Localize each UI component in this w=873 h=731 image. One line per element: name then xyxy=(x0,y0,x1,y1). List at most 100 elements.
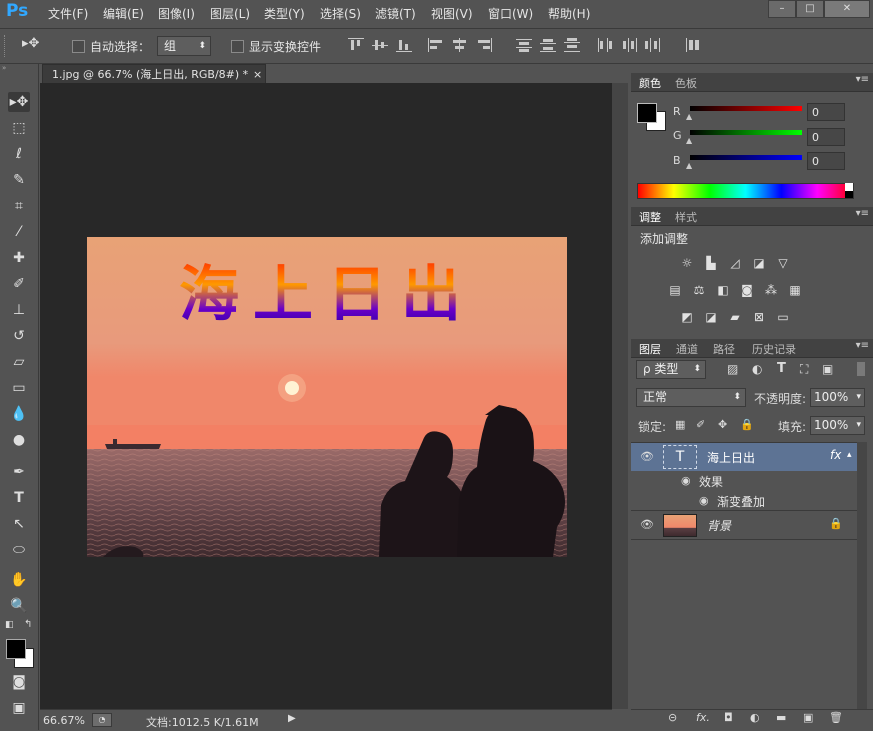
expand-effects-icon[interactable]: ▴ xyxy=(847,450,852,460)
eyedropper-tool-icon[interactable]: ⁄ xyxy=(8,222,30,242)
lock-position-icon[interactable]: ✥ xyxy=(718,418,727,431)
type-tool-icon[interactable]: T xyxy=(8,488,30,508)
selective-color-icon[interactable]: ⊠ xyxy=(751,310,767,324)
spectrum-white[interactable] xyxy=(845,183,853,191)
threshold-icon[interactable]: ▰ xyxy=(727,310,743,324)
link-layers-icon[interactable]: ⊝ xyxy=(668,711,677,724)
align-top-icon[interactable] xyxy=(348,38,364,52)
tab-color[interactable]: 颜色 xyxy=(639,75,661,91)
layer-name[interactable]: 背景 xyxy=(707,517,731,534)
vibrance-icon[interactable]: ▽ xyxy=(775,256,791,270)
color-lookup-icon[interactable]: ▦ xyxy=(787,283,803,297)
healing-brush-tool-icon[interactable]: ✚ xyxy=(8,248,30,268)
new-layer-icon[interactable]: ▣ xyxy=(803,711,813,724)
lasso-tool-icon[interactable]: ℓ xyxy=(8,144,30,164)
channel-g-slider[interactable] xyxy=(690,130,802,135)
lock-pixels-icon[interactable]: ✐ xyxy=(696,418,705,431)
marquee-tool-icon[interactable]: ⬚ xyxy=(8,118,30,138)
distribute-left-icon[interactable] xyxy=(597,38,613,52)
menu-view[interactable]: 视图(V) xyxy=(431,5,473,22)
menu-select[interactable]: 选择(S) xyxy=(320,5,361,22)
distribute-right-icon[interactable] xyxy=(645,38,661,52)
invert-icon[interactable]: ◩ xyxy=(679,310,695,324)
filter-toggle[interactable] xyxy=(857,362,865,376)
hand-tool-icon[interactable]: ✋ xyxy=(8,570,30,590)
tab-paths[interactable]: 路径 xyxy=(713,341,735,357)
maximize-button[interactable]: □ xyxy=(796,0,824,18)
layer-filter-dropdown[interactable]: ρ 类型 ⬍ xyxy=(636,360,706,379)
curves-icon[interactable]: ◿ xyxy=(727,256,743,270)
spectrum-black[interactable] xyxy=(845,191,853,198)
menu-edit[interactable]: 编辑(E) xyxy=(103,5,144,22)
add-layer-style-icon[interactable]: fx. xyxy=(696,711,710,724)
history-brush-tool-icon[interactable]: ↺ xyxy=(8,326,30,346)
black-white-icon[interactable]: ◧ xyxy=(715,283,731,297)
color-balance-icon[interactable]: ⚖ xyxy=(691,283,707,297)
ellipse-tool-icon[interactable]: ⬭ xyxy=(8,540,30,560)
effect-gradient-overlay-row[interactable]: ◉ 渐变叠加 xyxy=(631,491,857,511)
eraser-tool-icon[interactable]: ▱ xyxy=(8,352,30,372)
filter-adjustment-icon[interactable]: ◐ xyxy=(752,362,762,376)
document-image[interactable]: 海上日出 xyxy=(87,237,567,557)
tab-history[interactable]: 历史记录 xyxy=(752,341,796,357)
pen-tool-icon[interactable]: ✒ xyxy=(8,462,30,482)
channel-r-input[interactable]: 0 xyxy=(807,103,845,121)
auto-select-dropdown[interactable]: 组 ⬍ xyxy=(157,36,211,56)
gradient-map-icon[interactable]: ▭ xyxy=(775,310,791,324)
filter-type-icon[interactable]: T xyxy=(777,361,786,376)
tab-channels[interactable]: 通道 xyxy=(676,341,698,357)
fx-indicator-icon[interactable]: fx xyxy=(830,448,841,462)
menu-filter[interactable]: 滤镜(T) xyxy=(375,5,416,22)
levels-icon[interactable]: ▙ xyxy=(703,256,719,270)
channel-g-input[interactable]: 0 xyxy=(807,128,845,146)
path-selection-tool-icon[interactable]: ↖ xyxy=(8,514,30,534)
filter-smart-object-icon[interactable]: ▣ xyxy=(822,362,833,376)
effect-eye-icon[interactable]: ◉ xyxy=(699,494,709,507)
tab-swatches[interactable]: 色板 xyxy=(675,75,697,91)
menu-file[interactable]: 文件(F) xyxy=(48,5,88,22)
gradient-tool-icon[interactable]: ▭ xyxy=(8,378,30,398)
menu-type[interactable]: 类型(Y) xyxy=(264,5,305,22)
blend-mode-dropdown[interactable]: 正常 ⬍ xyxy=(636,388,746,407)
quick-mask-icon[interactable]: ◙ xyxy=(8,672,30,692)
quick-selection-tool-icon[interactable]: ✎ xyxy=(8,170,30,190)
auto-align-layers-icon[interactable] xyxy=(685,38,701,52)
clone-stamp-tool-icon[interactable]: ⊥ xyxy=(8,300,30,320)
dodge-tool-icon[interactable]: ● xyxy=(8,430,30,450)
channel-r-handle-icon[interactable]: ▲ xyxy=(686,112,692,121)
panel-menu-icon[interactable]: ▾≡ xyxy=(856,74,869,85)
show-transform-checkbox[interactable] xyxy=(231,40,244,53)
move-tool-preset-icon[interactable]: ▸✥ xyxy=(22,36,50,56)
collapse-arrows-icon[interactable]: » xyxy=(2,64,36,72)
default-colors-icon[interactable]: ◧ xyxy=(5,620,14,630)
crop-tool-icon[interactable]: ⌗ xyxy=(8,196,30,216)
align-hcenter-icon[interactable] xyxy=(452,38,468,52)
distribute-hcenter-icon[interactable] xyxy=(621,38,637,52)
screen-mode-icon[interactable]: ▣ xyxy=(8,698,30,718)
delete-layer-icon[interactable]: 🗑 xyxy=(829,711,843,724)
document-tab[interactable]: 1.jpg @ 66.7% (海上日出, RGB/8#) * × xyxy=(42,64,266,83)
blur-tool-icon[interactable]: 💧 xyxy=(8,404,30,424)
foreground-color-swatch[interactable] xyxy=(6,639,26,659)
menu-layer[interactable]: 图层(L) xyxy=(210,5,250,22)
align-left-icon[interactable] xyxy=(428,38,444,52)
zoom-preset-icon[interactable]: ◔ xyxy=(92,713,112,727)
close-button[interactable]: ✕ xyxy=(824,0,870,18)
brush-tool-icon[interactable]: ✐ xyxy=(8,274,30,294)
channel-b-input[interactable]: 0 xyxy=(807,152,845,170)
menu-help[interactable]: 帮助(H) xyxy=(548,5,590,22)
filter-pixel-icon[interactable]: ▨ xyxy=(727,362,738,376)
zoom-tool-icon[interactable]: 🔍 xyxy=(8,596,30,616)
channel-b-slider[interactable] xyxy=(690,155,802,160)
channel-g-handle-icon[interactable]: ▲ xyxy=(686,136,692,145)
auto-select-checkbox[interactable] xyxy=(72,40,85,53)
menu-window[interactable]: 窗口(W) xyxy=(488,5,533,22)
visibility-eye-icon[interactable]: 👁 xyxy=(640,450,654,463)
distribute-top-icon[interactable] xyxy=(516,38,532,52)
layer-row-text[interactable]: 👁 T 海上日出 fx ▴ xyxy=(631,442,857,471)
distribute-bottom-icon[interactable] xyxy=(564,38,580,52)
layer-row-background[interactable]: 👁 背景 🔒 xyxy=(631,510,857,540)
exposure-icon[interactable]: ◪ xyxy=(751,256,767,270)
opacity-input[interactable]: 100% ▾ xyxy=(810,388,865,407)
new-adjustment-layer-icon[interactable]: ◐ xyxy=(750,711,760,724)
